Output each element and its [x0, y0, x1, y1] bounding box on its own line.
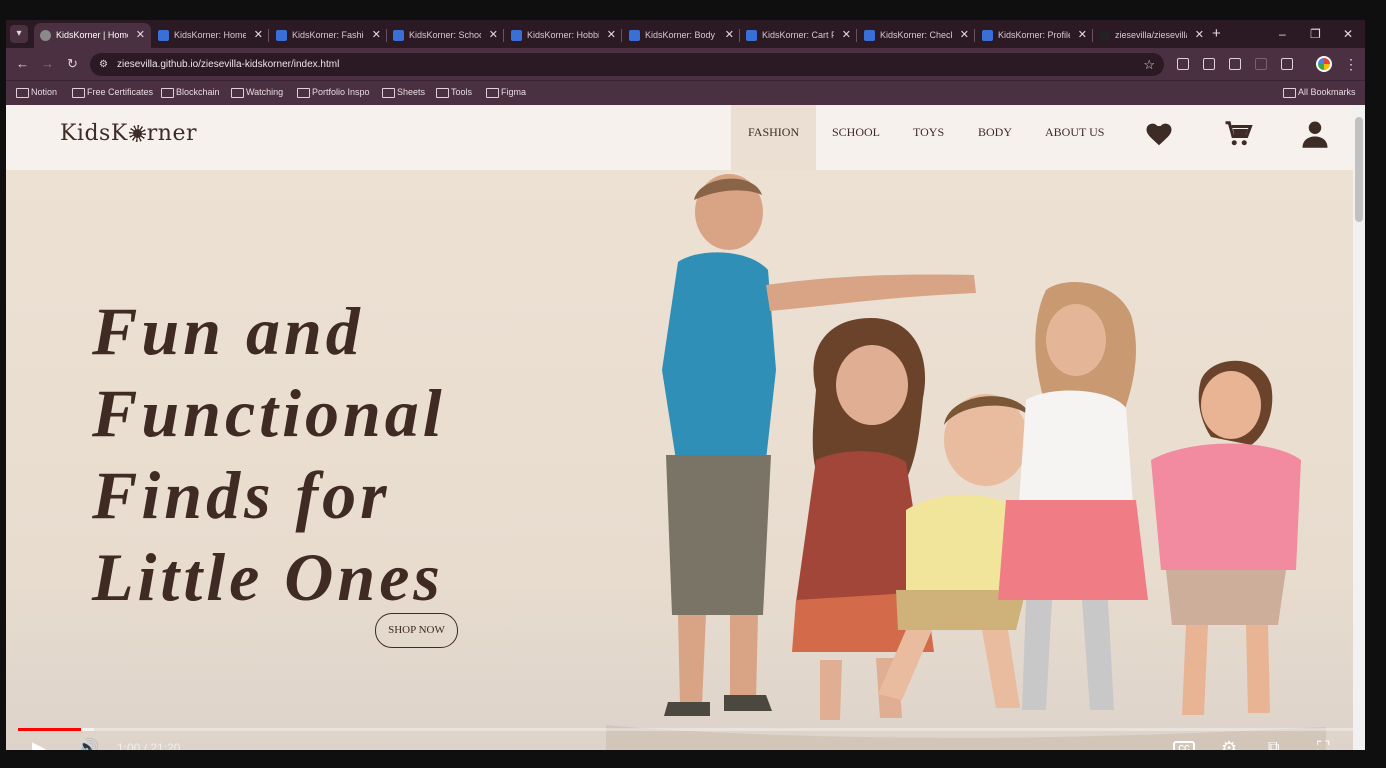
time-display: 1:00 / 21:20: [117, 741, 181, 750]
extension-icon[interactable]: [1177, 58, 1189, 70]
girl-white-top: [998, 282, 1148, 710]
site-info-icon[interactable]: ⚙: [99, 53, 108, 76]
tab-hobbies[interactable]: KidsKorner: Hobbies✕: [505, 23, 622, 48]
reload-icon[interactable]: ↻: [67, 54, 78, 74]
website-viewport: KidsK rner FASHION SCHOOL TOYS BODY ABOUT…: [6, 105, 1353, 750]
bookmark-folder[interactable]: Blockchain: [161, 81, 220, 103]
bookmark-folder[interactable]: Sheets: [382, 81, 425, 103]
nav-toys[interactable]: TOYS: [913, 105, 944, 170]
new-tab-button[interactable]: +: [1212, 25, 1221, 43]
tab-search-button[interactable]: ▾: [10, 25, 28, 43]
minimize-icon[interactable]: –: [1279, 25, 1286, 43]
nav-fashion[interactable]: FASHION: [731, 105, 817, 170]
close-icon[interactable]: ✕: [842, 23, 851, 48]
github-icon: [1099, 30, 1110, 41]
close-icon[interactable]: ✕: [1078, 23, 1087, 48]
back-icon[interactable]: ←: [16, 54, 29, 74]
tab-fashion[interactable]: KidsKorner: Fashion✕: [270, 23, 387, 48]
url-text[interactable]: ziesevilla.github.io/ziesevilla-kidskorn…: [117, 53, 339, 76]
address-bar[interactable]: ⚙ ziesevilla.github.io/ziesevilla-kidsko…: [90, 53, 1164, 76]
nav-about-us[interactable]: ABOUT US: [1045, 105, 1104, 170]
close-icon[interactable]: ✕: [960, 23, 969, 48]
maximize-icon[interactable]: ❐: [1310, 25, 1321, 43]
puzzle-icon[interactable]: [1281, 58, 1293, 70]
site-favicon-icon: [158, 30, 169, 41]
bookmark-folder[interactable]: Notion: [16, 81, 57, 103]
tab-github[interactable]: ziesevilla/ziesevilla ✕: [1093, 23, 1210, 48]
site-header: KidsK rner FASHION SCHOOL TOYS BODY ABOUT…: [6, 105, 1353, 170]
extension-icon[interactable]: [1229, 58, 1241, 70]
site-favicon-icon: [629, 30, 640, 41]
volume-icon[interactable]: 🔊: [77, 737, 99, 750]
close-icon[interactable]: ✕: [136, 23, 145, 48]
play-icon[interactable]: ▶: [32, 737, 46, 750]
site-favicon-icon: [746, 30, 757, 41]
bookmark-folder[interactable]: Tools: [436, 81, 472, 103]
bookmark-star-icon[interactable]: ☆: [1143, 53, 1155, 76]
nav-body[interactable]: BODY: [978, 105, 1012, 170]
site-favicon-icon: [511, 30, 522, 41]
heart-icon[interactable]: [1144, 119, 1174, 149]
tab-kidskorner-home-active[interactable]: KidsKorner | Home ✕: [34, 23, 151, 48]
site-favicon-icon: [393, 30, 404, 41]
nav-school[interactable]: SCHOOL: [832, 105, 880, 170]
fullscreen-icon[interactable]: ⛶: [1317, 737, 1330, 750]
bookmark-folder[interactable]: Free Certificates: [72, 81, 153, 103]
bookmark-folder[interactable]: Portfolio Inspo: [297, 81, 370, 103]
browser-window: ▾ KidsKorner | Home ✕ KidsKorner: Home ✕ K…: [6, 20, 1365, 750]
browser-toolbar: ← → ↻ ⚙ ziesevilla.github.io/ziesevilla-…: [6, 48, 1365, 80]
tab-profile[interactable]: KidsKorner: Profile ✕: [976, 23, 1093, 48]
bookmark-folder[interactable]: Watching: [231, 81, 283, 103]
girl-pink-top: [1151, 360, 1301, 715]
extension-icon[interactable]: [1255, 58, 1267, 70]
video-frame: ▾ KidsKorner | Home ✕ KidsKorner: Home ✕ K…: [0, 0, 1386, 768]
tab-school[interactable]: KidsKorner: School ✕: [387, 23, 504, 48]
kidskorner-logo[interactable]: KidsK rner: [60, 121, 197, 146]
all-bookmarks-folder[interactable]: All Bookmarks: [1283, 81, 1356, 103]
site-favicon-icon: [864, 30, 875, 41]
close-icon[interactable]: ✕: [1195, 23, 1204, 48]
extension-icon[interactable]: [1203, 58, 1215, 70]
window-close-icon[interactable]: ✕: [1343, 25, 1353, 43]
sun-icon: [128, 125, 146, 142]
played-bar: [18, 728, 81, 731]
page-scrollbar[interactable]: [1353, 105, 1365, 750]
globe-icon: [40, 30, 51, 41]
bookmarks-bar: Notion Free Certificates Blockchain Watc…: [6, 80, 1365, 105]
close-icon[interactable]: ✕: [254, 23, 263, 48]
tab-body[interactable]: KidsKorner: Body ✕: [623, 23, 740, 48]
miniplayer-icon[interactable]: ⧉: [1268, 737, 1279, 750]
hero-section: Fun and Functional Finds for Little Ones…: [6, 170, 1353, 750]
profile-avatar[interactable]: [1316, 56, 1332, 72]
kebab-menu-icon[interactable]: ⋮: [1344, 54, 1358, 74]
close-icon[interactable]: ✕: [725, 23, 734, 48]
video-controls: ▶ 🔊 1:00 / 21:20 CC ⚙ ⧉ ⛶: [6, 728, 1365, 750]
site-favicon-icon: [982, 30, 993, 41]
tab-strip: ▾ KidsKorner | Home ✕ KidsKorner: Home ✕ K…: [6, 20, 1365, 48]
user-icon[interactable]: [1300, 119, 1330, 149]
tab-cart[interactable]: KidsKorner: Cart Page✕: [740, 23, 857, 48]
scrollbar-thumb[interactable]: [1355, 117, 1363, 222]
captions-icon[interactable]: CC: [1173, 741, 1195, 750]
video-progress-bar[interactable]: [18, 728, 1353, 731]
bookmark-folder[interactable]: Figma: [486, 81, 526, 103]
close-icon[interactable]: ✕: [489, 23, 498, 48]
site-favicon-icon: [276, 30, 287, 41]
settings-icon[interactable]: ⚙: [1221, 737, 1237, 750]
hero-headline: Fun and Functional Finds for Little Ones: [92, 293, 446, 615]
forward-icon[interactable]: →: [41, 54, 54, 74]
shop-now-button[interactable]: SHOP NOW: [375, 613, 458, 648]
close-icon[interactable]: ✕: [372, 23, 381, 48]
cart-icon[interactable]: [1223, 119, 1253, 149]
tab-home[interactable]: KidsKorner: Home ✕: [152, 23, 269, 48]
tab-checkout[interactable]: KidsKorner: Checkout✕: [858, 23, 975, 48]
close-icon[interactable]: ✕: [607, 23, 616, 48]
children-playing-photo: [606, 174, 1326, 750]
